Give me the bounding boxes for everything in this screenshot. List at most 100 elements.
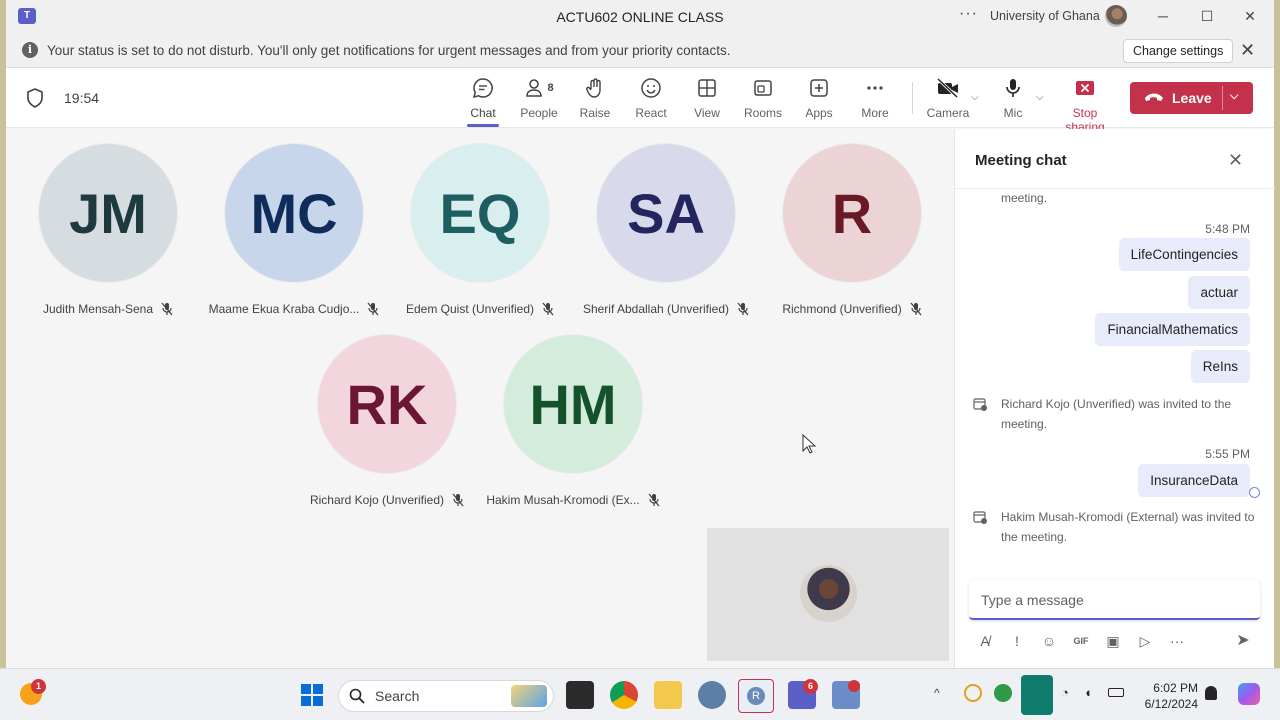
file-explorer-icon[interactable] [654,681,682,709]
add-apps-icon [810,79,828,97]
format-icon[interactable]: A̸ [975,631,995,651]
view-button[interactable]: View [679,76,735,120]
participant-name-row: Hakim Musah-Kromodi (Ex... [480,493,666,507]
sticker-icon[interactable]: ▣ [1103,631,1123,651]
notifications-bell-icon[interactable] [1205,686,1217,700]
close-chat-icon[interactable]: ✕ [1228,150,1243,171]
security-icon[interactable] [994,684,1012,702]
dismiss-notification-icon[interactable]: ✕ [1240,40,1255,61]
notification-text: Your status is set to do not disturb. Yo… [47,43,731,58]
participant-tile[interactable]: MC Maame Ekua Kraba Cudjo... [201,144,387,316]
chat-bubble[interactable]: LifeContingencies [1118,238,1250,271]
message-input[interactable]: Type a message [969,580,1260,620]
react-button[interactable]: React [623,76,679,120]
send-icon[interactable]: ➤ [1233,631,1253,651]
volume-icon[interactable]: ◖ [1084,685,1092,700]
more-label: More [861,106,889,120]
loop-icon[interactable]: ▷ [1135,631,1155,651]
more-options-icon[interactable]: ··· [959,5,978,23]
search-highlight-icon [511,685,547,707]
sync-icon[interactable] [964,684,982,702]
rooms-button[interactable]: Rooms [735,76,791,120]
participant-tile[interactable]: SA Sherif Abdallah (Unverified) [573,144,759,316]
chat-bubble[interactable]: ReIns [1190,350,1250,383]
participant-tile[interactable]: EQ Edem Quist (Unverified) [387,144,573,316]
shield-icon[interactable] [26,88,44,108]
chrome-icon[interactable] [610,681,638,709]
r-app-icon[interactable]: R [738,679,774,713]
camera-off-icon [936,77,959,99]
dnd-notification-bar: i Your status is set to do not disturb. … [6,32,1274,68]
participant-name: Maame Ekua Kraba Cudjo... [208,302,360,316]
participant-name: Hakim Musah-Kromodi (Ex... [486,493,640,507]
participant-name-row: Edem Quist (Unverified) [387,302,573,316]
mic-off-icon [367,302,379,316]
apps-button[interactable]: Apps [791,76,847,120]
raise-hand-button[interactable]: Raise [567,76,623,120]
people-button[interactable]: 8 People [511,76,567,120]
participant-tile[interactable]: R Richmond (Unverified) [759,144,945,316]
chat-bubble[interactable]: FinancialMathematics [1095,313,1250,346]
hang-up-icon [1145,93,1163,101]
participant-name-row: Richard Kojo (Unverified) [294,493,480,507]
chat-button[interactable]: Chat [455,76,511,127]
view-label: View [694,106,720,120]
mic-button[interactable]: Mic [985,76,1041,120]
chat-label: Chat [470,106,496,120]
mic-off-icon [452,493,464,507]
stop-sharing-button[interactable]: Stop sharing [1052,76,1118,134]
taskbar-clock[interactable]: 6:02 PM 6/12/2024 [1140,680,1198,712]
windows-start-icon[interactable] [298,681,326,709]
organization-name: University of Ghana [990,9,1100,23]
message-timestamp: 5:55 PM [1205,447,1250,461]
camera-options-chevron-icon[interactable]: ⌵ [971,92,979,103]
camera-button[interactable]: Camera [920,76,976,120]
notification-badge: 1 [31,679,46,694]
participant-tile[interactable]: JM Judith Mensah-Sena [15,144,201,316]
chat-bubble[interactable]: actuar [1188,276,1250,309]
mic-options-chevron-icon[interactable]: ⌵ [1036,92,1044,103]
participant-tile[interactable]: HM Hakim Musah-Kromodi (Ex... [480,335,666,507]
chat-bubble[interactable]: InsuranceData [1138,464,1250,497]
stop-sharing-icon [1076,81,1094,95]
gif-icon[interactable]: GIF [1071,631,1091,651]
calendar-invite-icon [973,511,987,524]
profile-avatar[interactable] [1105,5,1127,27]
microphone-active-icon[interactable] [1021,675,1053,715]
mic-off-icon [161,302,173,316]
message-sent-icon [1249,487,1260,498]
participant-tile[interactable]: RK Richard Kojo (Unverified) [294,335,480,507]
participant-name: Richmond (Unverified) [782,302,902,316]
meeting-toolbar: 19:54 Chat 8 People Raise React View Roo… [6,68,1274,134]
participant-name-row: Judith Mensah-Sena [15,302,201,316]
settings-icon[interactable] [698,681,726,709]
self-video-tile[interactable] [707,528,949,661]
participant-name: Edem Quist (Unverified) [405,302,535,316]
message-timestamp: 5:48 PM [1205,222,1250,236]
show-hidden-icons-icon[interactable]: ^ [934,686,940,700]
raise-label: Raise [579,106,611,120]
maximize-button[interactable]: ☐ [1197,6,1217,26]
wifi-icon[interactable]: ◔ [1061,685,1069,700]
copilot-icon[interactable] [1238,683,1260,705]
battery-icon[interactable] [1108,688,1124,697]
message-input-placeholder: Type a message [981,592,1084,608]
more-button[interactable]: More [847,76,903,120]
microphone-icon [1006,79,1020,97]
leave-options-chevron-icon[interactable]: ⌵ [1230,90,1238,103]
more-actions-icon[interactable]: ··· [1167,631,1187,651]
taskbar-search[interactable]: Search [338,680,554,712]
task-view-icon[interactable] [566,681,594,709]
participant-avatar: HM [504,335,642,473]
priority-icon[interactable]: ! [1007,631,1027,651]
close-window-button[interactable]: ✕ [1240,6,1260,26]
calendar-invite-icon [973,398,987,411]
camera-label: Camera [926,106,970,120]
grid-view-icon [698,79,716,97]
leave-button[interactable]: Leave ⌵ [1130,82,1253,114]
minimize-button[interactable]: ─ [1153,6,1173,26]
teams-badge: 6 [803,679,818,694]
rooms-label: Rooms [743,106,782,120]
change-settings-button[interactable]: Change settings [1123,39,1234,63]
emoji-icon[interactable]: ☺ [1039,631,1059,651]
